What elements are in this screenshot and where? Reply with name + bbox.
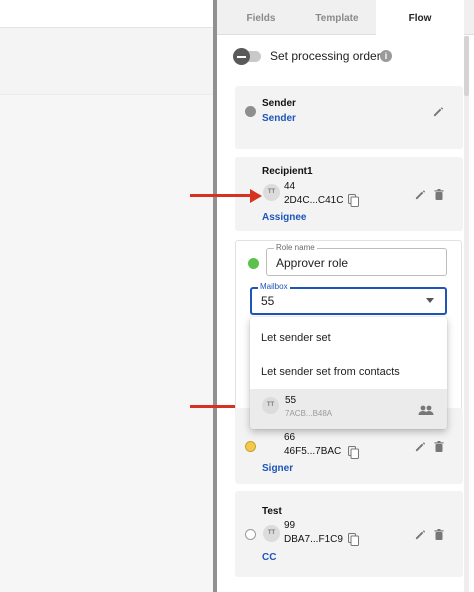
- test-status-dot: [245, 529, 256, 540]
- tab-template[interactable]: Template: [295, 0, 379, 35]
- scrollbar-track[interactable]: [464, 36, 469, 592]
- option-mailbox-number: 55: [285, 395, 297, 406]
- left-top-bar: [0, 0, 215, 28]
- option-avatar: TT: [262, 397, 279, 414]
- test-avatar: TT: [263, 525, 280, 542]
- recipient1-name: Recipient1: [262, 166, 313, 177]
- processing-order-label: Set processing order: [270, 49, 381, 63]
- recipient1-mailbox-id: 2D4C...C41C: [284, 195, 344, 206]
- copy-icon[interactable]: [348, 194, 359, 207]
- pencil-icon[interactable]: [415, 441, 426, 455]
- pencil-icon[interactable]: [433, 106, 444, 120]
- edit-status-dot: [248, 258, 259, 269]
- scrollbar-thumb[interactable]: [464, 36, 469, 96]
- pencil-icon[interactable]: [415, 189, 426, 203]
- mailbox-value: 55: [261, 294, 275, 308]
- trash-icon[interactable]: [434, 189, 444, 203]
- sender-role[interactable]: Sender: [262, 113, 296, 125]
- test-mailbox-id: DBA7...F1C9: [284, 534, 343, 545]
- role-name-input[interactable]: Approver role: [276, 256, 348, 270]
- toggle-knob[interactable]: [233, 48, 250, 65]
- people-icon: [418, 402, 434, 420]
- test-name: Test: [262, 506, 282, 517]
- signer-status-dot: [245, 441, 256, 452]
- option-let-sender-set[interactable]: Let sender set: [261, 331, 331, 345]
- signer-role[interactable]: Signer: [262, 463, 293, 475]
- recipient1-mailbox-number: 44: [284, 181, 296, 192]
- mailbox-select[interactable]: [250, 287, 447, 315]
- pencil-icon[interactable]: [415, 529, 426, 543]
- signer-mailbox-number: 66: [284, 432, 296, 443]
- caret-down-icon[interactable]: [426, 298, 434, 303]
- test-role[interactable]: CC: [262, 552, 276, 564]
- option-let-sender-set-from-contacts[interactable]: Let sender set from contacts: [261, 365, 400, 379]
- trash-icon[interactable]: [434, 441, 444, 455]
- copy-icon[interactable]: [348, 446, 359, 459]
- annotation-arrow-line: [190, 194, 252, 197]
- tab-fields[interactable]: Fields: [217, 0, 305, 35]
- trash-icon[interactable]: [434, 529, 444, 543]
- sender-name: Sender: [262, 98, 296, 109]
- tab-flow[interactable]: Flow: [376, 0, 464, 36]
- mailbox-label: Mailbox: [258, 282, 290, 291]
- annotation-arrow-head: [250, 188, 262, 203]
- test-mailbox-number: 99: [284, 520, 296, 531]
- recipient1-role[interactable]: Assignee: [262, 212, 306, 224]
- document-page: [0, 94, 215, 592]
- signer-mailbox-id: 46F5...7BAC: [284, 446, 342, 457]
- option-mailbox-id: 7ACB...B48A: [285, 409, 333, 418]
- role-name-label: Role name: [274, 243, 317, 252]
- info-icon[interactable]: i: [380, 50, 392, 62]
- recipient1-avatar: TT: [263, 184, 280, 201]
- copy-icon[interactable]: [348, 533, 359, 546]
- sender-status-dot: [245, 106, 256, 117]
